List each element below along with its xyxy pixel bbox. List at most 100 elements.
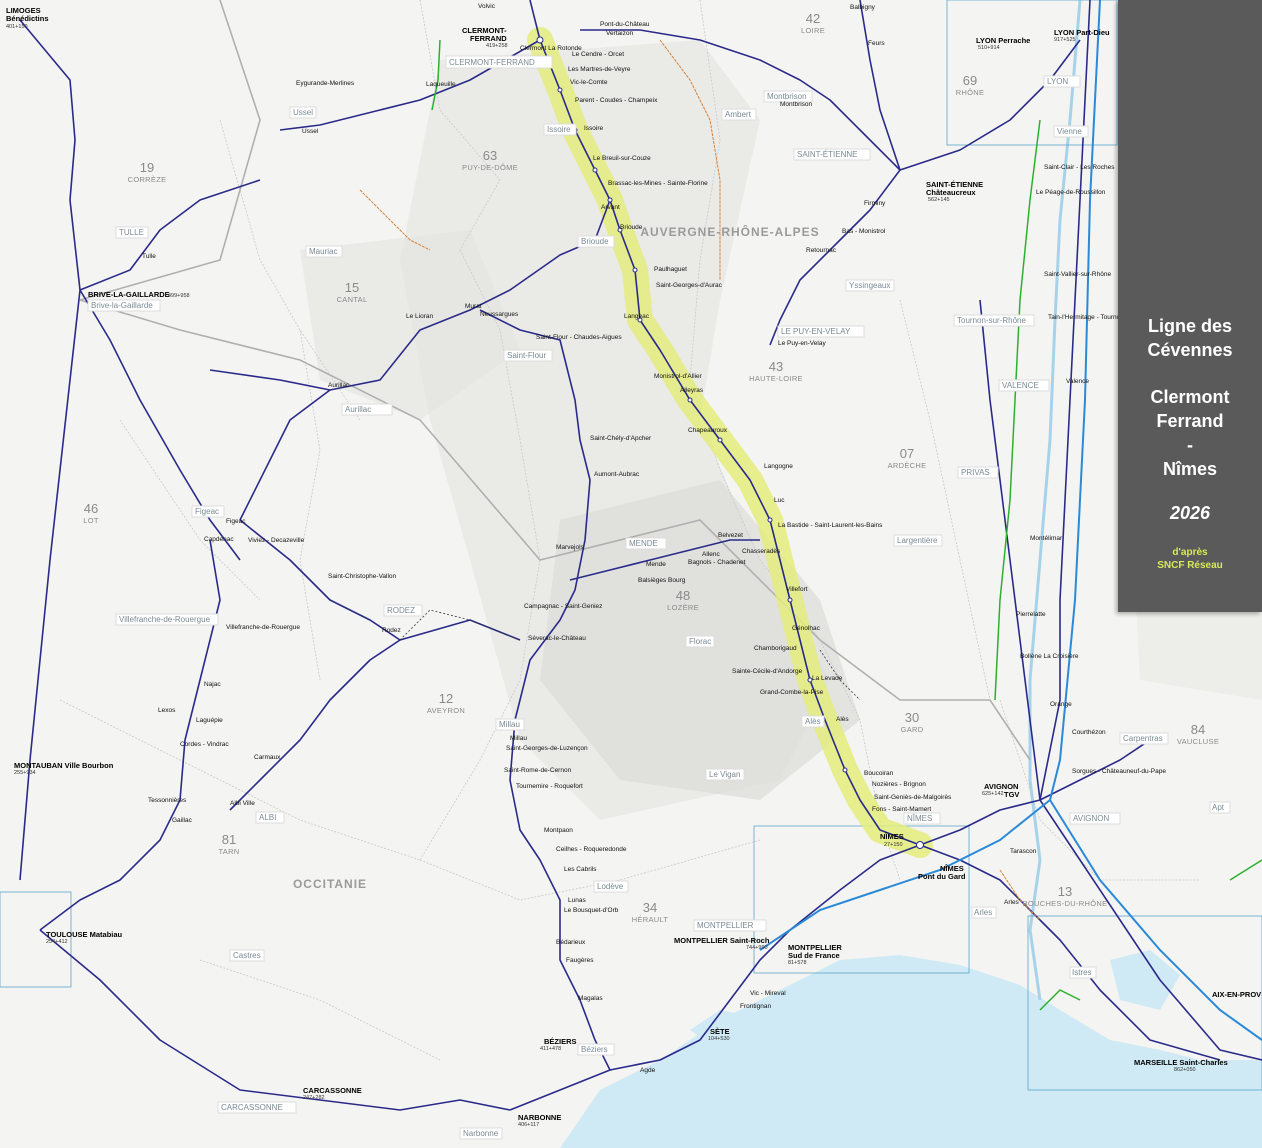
source-line-1: d'après (1172, 547, 1208, 558)
station-label: Chapeauroux (688, 427, 728, 434)
station-label: Alès (836, 716, 849, 723)
area-label: Narbonne (459, 1127, 503, 1140)
station-label: Issoire (584, 125, 604, 132)
city-limoges-pop: 401+150 (6, 24, 28, 30)
city-nimes: NÎMES (880, 832, 904, 841)
city-sete-pop: 104+530 (708, 1036, 730, 1042)
city-limoges-2: Bénédictins (6, 14, 49, 23)
route-dash: - (1187, 435, 1193, 455)
svg-text:PRIVAS: PRIVAS (961, 468, 990, 477)
svg-text:Villefranche-de-Rouergue: Villefranche-de-Rouergue (119, 615, 211, 624)
area-label: Vienne (1053, 125, 1089, 138)
station-label: Lexos (158, 707, 176, 714)
station-dot (607, 197, 613, 203)
city-lyon-perrache-pop: 510+914 (978, 45, 1000, 51)
station-label: Le Péage-de-Roussillon (1036, 189, 1106, 196)
station-label: Orange (1050, 701, 1072, 708)
station-label: Belvezet (718, 532, 743, 539)
city-brive-pop: 499+958 (168, 293, 190, 299)
area-label: SAINT-ÉTIENNE (793, 148, 871, 161)
dept-num: 69 (963, 73, 977, 88)
area-label: Istres (1069, 966, 1097, 979)
dept-name: LOT (83, 516, 99, 525)
city-st-etienne-2: Châteaucreux (926, 188, 976, 197)
station-label: Frontignan (740, 1003, 771, 1010)
city-avignon-pop: 625+142 (982, 791, 1004, 797)
svg-text:RODEZ: RODEZ (387, 606, 415, 615)
svg-text:Ussel: Ussel (293, 108, 313, 117)
station-label: Génolhac (792, 625, 821, 632)
region-label-occitanie: OCCITANIE (293, 877, 367, 891)
station-label: Monistrol-d'Allier (654, 373, 703, 380)
area-label: Yssingeaux (845, 279, 895, 292)
map-source: d'après SNCF Réseau (1118, 546, 1262, 572)
area-label: NÎMES (903, 812, 941, 825)
station-label: Les Cabrils (564, 866, 597, 873)
area-label: Carpentras (1119, 732, 1169, 745)
area-label: Figeac (191, 505, 225, 518)
station-dot (536, 36, 544, 44)
area-label: Apt (1209, 801, 1231, 814)
area-label: Le Vigan (705, 768, 745, 781)
station-label: Albi Ville (230, 800, 255, 807)
station-label: Vic-le-Comte (570, 79, 608, 86)
station-label: Marvejols (556, 544, 585, 551)
station-label: Bollène La Croisière (1020, 653, 1079, 660)
dept-name: HÉRAULT (632, 915, 669, 924)
station-dot (767, 517, 773, 523)
svg-text:Carpentras: Carpentras (1123, 734, 1163, 743)
station-label: Saint-Christophe-Vallon (328, 573, 397, 580)
station-label: Sainte-Cécile-d'Andorge (732, 668, 803, 675)
area-label: Issoire (543, 123, 577, 136)
area-label: Brive-la-Gaillarde (87, 299, 161, 312)
svg-text:Le Vigan: Le Vigan (709, 770, 740, 779)
station-label: Volvic (478, 3, 496, 10)
station-label: Montpaon (544, 827, 573, 834)
dept-name: RHÔNE (956, 88, 985, 97)
svg-text:Arles: Arles (974, 908, 992, 917)
station-label: Arles (1004, 899, 1020, 906)
svg-text:Montbrison: Montbrison (767, 92, 807, 101)
station-label: Capdenac (204, 536, 234, 543)
station-label: Brassac-les-Mines - Sainte-Florine (608, 180, 708, 187)
area-label: ALBI (255, 811, 285, 824)
station-label: Feurs (868, 40, 885, 47)
station-label: Saint-Clair - Les Roches (1044, 164, 1115, 171)
station-label: Brioude (620, 224, 643, 231)
svg-text:NÎMES: NÎMES (907, 814, 932, 823)
station-label: Allenc (702, 551, 720, 558)
svg-text:VALENCE: VALENCE (1002, 381, 1039, 390)
station-label: Bédarieux (556, 939, 586, 946)
station-label: Campagnac - Saint-Geniez (524, 603, 602, 610)
area-label: MENDE (625, 537, 667, 550)
station-label: Aurillac (328, 382, 350, 389)
station-label: Mende (646, 561, 666, 568)
station-label: Valence (1066, 378, 1089, 385)
station-label: Sorgues - Châteauneuf-du-Pape (1072, 768, 1166, 775)
dept-name: HAUTE-LOIRE (749, 374, 803, 383)
dept-num: 15 (345, 280, 359, 295)
station-label: Faugères (566, 957, 594, 964)
svg-text:Castres: Castres (233, 951, 261, 960)
station-label: Vic - Mireval (750, 990, 786, 997)
station-label: Le Puy-en-Velay (778, 340, 826, 347)
svg-text:Brioude: Brioude (581, 237, 609, 246)
station-label: Eygurande-Merlines (296, 80, 355, 87)
area-label: CLERMONT-FERRAND (445, 55, 553, 69)
area-label: LYON (1043, 75, 1081, 88)
station-label: Luc (774, 497, 785, 504)
station-label: Saint-Geniès-de-Malgoirès (874, 794, 952, 801)
station-label: Nozières - Brignon (872, 781, 926, 788)
dept-name: CANTAL (337, 295, 368, 304)
title-panel: Ligne des Cévennes Clermont Ferrand - Nî… (1118, 0, 1262, 612)
station-label: Chasseradès (742, 548, 781, 555)
svg-text:ALBI: ALBI (259, 813, 276, 822)
svg-text:Alès: Alès (805, 717, 821, 726)
station-label: Tain-l'Hermitage - Tournon (1048, 314, 1124, 321)
svg-text:Mauriac: Mauriac (309, 247, 337, 256)
svg-text:TULLE: TULLE (119, 228, 144, 237)
city-lyon-partdieu: LYON Part-Dieu (1054, 28, 1110, 37)
station-dot (632, 267, 638, 273)
city-marseille-pop: 862+050 (1174, 1067, 1196, 1073)
line-name-2: Cévennes (1147, 340, 1233, 360)
